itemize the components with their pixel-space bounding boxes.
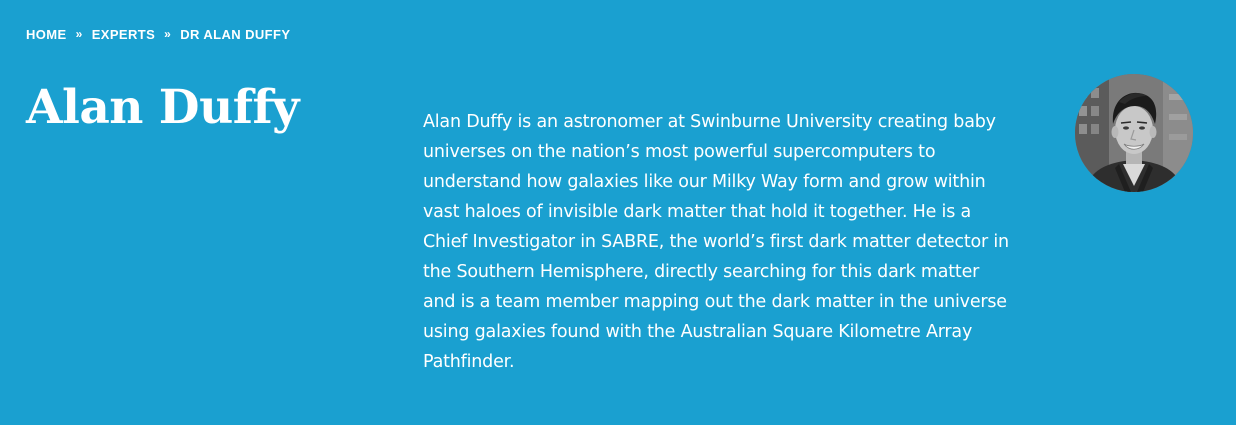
breadcrumb-home-link[interactable]: HOME [26, 27, 67, 42]
breadcrumb-separator: » [75, 27, 83, 41]
breadcrumb: HOME » EXPERTS » DR ALAN DUFFY [26, 26, 290, 42]
page-title: Alan Duffy [26, 80, 299, 135]
breadcrumb-experts-link[interactable]: EXPERTS [92, 27, 155, 42]
breadcrumb-separator: » [164, 27, 172, 41]
breadcrumb-current: DR ALAN DUFFY [180, 26, 291, 42]
person-photo-icon [1075, 74, 1193, 192]
avatar [1075, 74, 1193, 192]
expert-bio: Alan Duffy is an astronomer at Swinburne… [423, 112, 1009, 372]
